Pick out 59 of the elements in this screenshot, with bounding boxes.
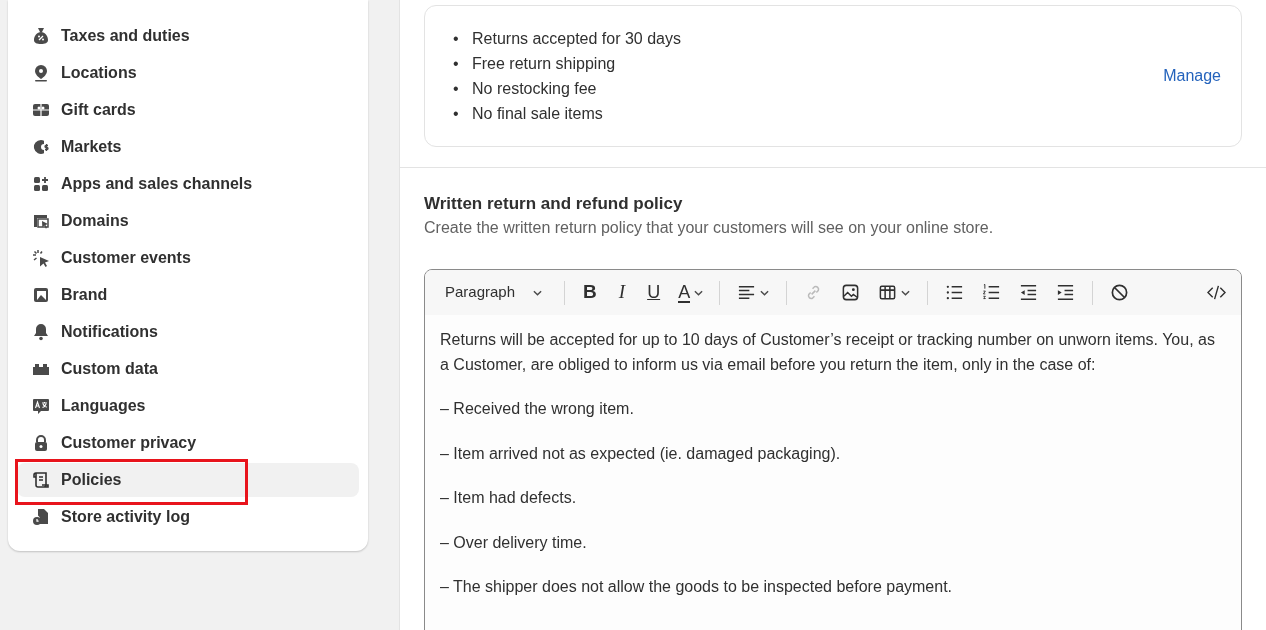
click-cursor-icon [31,248,51,268]
apps-grid-icon [31,174,51,194]
sidebar-item[interactable]: Gift cards [17,93,359,127]
sidebar-item[interactable]: Markets [17,130,359,164]
sidebar-item[interactable]: Notifications [17,315,359,349]
bold-button[interactable]: B [575,277,605,308]
sidebar-item[interactable]: Policies [17,463,359,497]
globe-dollar-icon [31,137,51,157]
policy-paragraph: Returns will be accepted for up to 10 days of Customer’s receipt or tracking number on unworn items. You, as a Customer, are obliged to inform us via email before you return the item, only in the case of: [440,330,1216,375]
sidebar-item[interactable]: Store activity log [17,500,359,534]
sidebar-item[interactable]: Custom data [17,352,359,386]
sidebar-item[interactable]: Brand [17,278,359,312]
translate-icon [31,396,51,416]
chevron-down-icon [760,289,770,296]
sidebar-item[interactable]: Apps and sales channels [17,167,359,201]
underline-button[interactable]: U [639,277,669,308]
policy-paragraph: – Over delivery time. [440,532,588,553]
return-rule: No final sale items [472,104,603,124]
bullet: • [453,29,460,49]
policy-paragraph: – Item arrived not as expected (ie. damaged packaging). [440,443,842,464]
numbered-list-icon [982,283,1002,302]
return-rule: No restocking fee [472,79,597,99]
paragraph-dropdown[interactable]: Paragraph [433,277,555,308]
chevron-down-icon [533,289,543,296]
scroll-icon [31,470,51,490]
sidebar-item[interactable]: Locations [17,56,359,90]
image-icon [31,285,51,305]
sidebar-item[interactable]: Taxes and duties [17,19,359,53]
bulleted-list-icon [945,283,965,302]
manage-link[interactable]: Manage [1163,64,1221,88]
outdent-icon [1019,283,1039,302]
return-rule: Returns accepted for 30 days [472,29,681,49]
money-bag-icon [31,26,51,46]
bullet: • [453,54,460,74]
chevron-down-icon [694,289,704,296]
no-entry-icon [1110,283,1130,302]
align-left-icon [737,283,757,302]
bullet: • [453,104,460,124]
bullet: • [453,79,460,99]
document-clock-icon [31,507,51,527]
indent-icon [1056,283,1076,302]
return-rule: Free return shipping [472,54,616,74]
italic-button[interactable]: I [608,277,636,308]
table-icon [878,283,898,302]
policy-paragraph: – The shipper does not allow the goods to be inspected before payment. [440,577,954,597]
bell-icon [31,322,51,342]
sidebar-item[interactable]: Languages [17,389,359,423]
chevron-down-icon [901,289,911,296]
sidebar-item[interactable]: Customer events [17,241,359,275]
image-icon [841,283,861,302]
code-icon [1207,283,1226,302]
text-color-button[interactable]: A [672,277,710,308]
section-description: Create the written return policy that your customers will see on your online store. [424,218,995,238]
policy-paragraph: – Received the wrong item. [440,399,635,419]
policy-paragraph: – Item had defects. [440,488,578,508]
section-title: Written return and refund policy [424,193,684,215]
sidebar-item[interactable]: Domains [17,204,359,238]
sidebar-item[interactable]: Customer privacy [17,426,359,460]
rich-text-editor[interactable] [424,269,1242,630]
